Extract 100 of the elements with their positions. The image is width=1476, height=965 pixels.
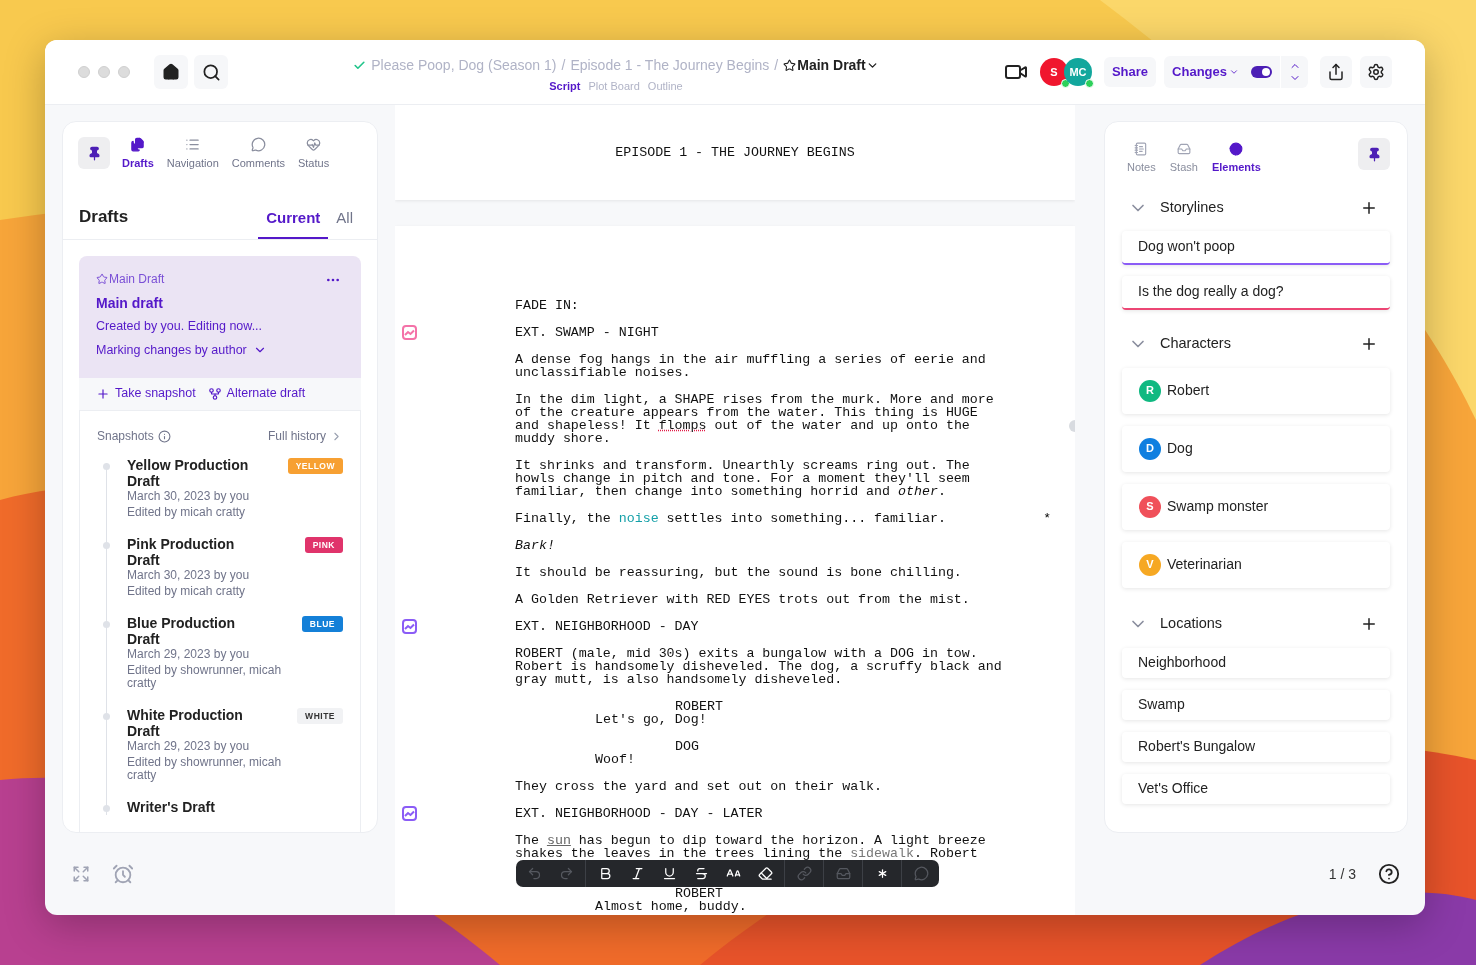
panel-tab[interactable]: Drafts xyxy=(116,137,160,172)
fork-icon xyxy=(207,386,222,401)
character-name: ROBERT xyxy=(675,700,724,713)
search-button[interactable] xyxy=(194,55,228,89)
full-history-link[interactable]: Full history xyxy=(268,427,343,445)
section-title: Storylines xyxy=(1160,197,1224,217)
export-button[interactable] xyxy=(1320,56,1352,88)
notebook-icon xyxy=(1134,142,1149,156)
snapshot-title[interactable]: Blue Production Draft xyxy=(127,615,257,647)
view-tab[interactable]: Script xyxy=(549,78,581,95)
settings-button[interactable] xyxy=(1360,56,1392,88)
character-name: DOG xyxy=(675,740,700,753)
pin-button[interactable] xyxy=(78,137,110,169)
snapshot-title[interactable]: Pink Production Draft xyxy=(127,536,257,568)
draft-selector[interactable]: Main Draft xyxy=(783,55,879,77)
character-item[interactable]: S Swamp monster xyxy=(1122,483,1390,530)
underline-icon[interactable] xyxy=(661,866,677,881)
panel-tab[interactable]: Navigation xyxy=(160,137,225,172)
character-avatar: D xyxy=(1139,437,1161,460)
snapshot-title[interactable]: Writer's Draft xyxy=(127,799,257,815)
upload-icon xyxy=(1327,63,1345,81)
draft-tag: Main Draft xyxy=(109,270,165,288)
snapshot-date: March 29, 2023 by you xyxy=(127,739,251,754)
page-indicator: 1 / 3 xyxy=(1328,864,1356,884)
character-name: Robert xyxy=(1167,381,1210,400)
action-paragraph: The sun has begun to dip toward the horizon. A light breeze shakes the leaves in the trees lining the sidewalk. Robert xyxy=(515,834,987,863)
action-paragraph: ROBERT (male, mid 30s) exits a bungalow with a DOG in tow. Robert is handsomely disheveled. The dog, a scruffy black and gray mutt, is also handsomely disheveled. xyxy=(515,647,1003,686)
strikethrough-icon[interactable] xyxy=(693,866,709,881)
draft-status: Created by you. Editing now... xyxy=(96,318,264,335)
action-paragraph: A dense fog hangs in the air muffling a series of eerie and unclassifiable noises. xyxy=(515,353,987,379)
alternate-draft-button[interactable]: Alternate draft xyxy=(207,384,306,404)
character-name: ROBERT xyxy=(675,887,724,900)
panel-tab[interactable]: Status xyxy=(291,137,336,172)
snapshot-editors: Edited by showrunner, micah cratty xyxy=(127,664,283,690)
snapshot-editors: Edited by micah cratty xyxy=(127,506,247,519)
snapshot-date: March 30, 2023 by you xyxy=(127,568,251,583)
breadcrumb-separator: / xyxy=(774,56,779,76)
storyline-item[interactable]: Is the dog really a dog? xyxy=(1122,275,1390,310)
action-paragraph: Finally, the noise settles into something... familiar. xyxy=(515,512,947,525)
star-icon xyxy=(96,273,108,285)
scene-marker-icon[interactable] xyxy=(402,806,417,821)
italic-icon[interactable] xyxy=(629,866,645,881)
character-avatar: V xyxy=(1139,553,1161,576)
pin-icon xyxy=(1366,146,1382,162)
color-badge: WHITE xyxy=(297,708,343,724)
snapshot-date: March 29, 2023 by you xyxy=(127,647,251,662)
character-name: Veterinarian xyxy=(1167,555,1242,574)
color-badge: BLUE xyxy=(301,616,343,632)
character-item[interactable]: D Dog xyxy=(1122,425,1390,472)
location-item[interactable]: Neighborhood xyxy=(1122,647,1390,678)
filter-tab[interactable]: All xyxy=(328,206,361,239)
panel-tab[interactable]: Stash xyxy=(1169,142,1198,176)
search-icon xyxy=(201,62,221,82)
snapshot-date: March 30, 2023 by you xyxy=(127,489,251,504)
snapshot-title[interactable]: Yellow Production Draft xyxy=(127,457,257,489)
dialogue-line: Let's go, Dog! xyxy=(595,713,708,726)
pin-icon xyxy=(86,145,102,161)
collaborator-avatar[interactable]: S xyxy=(1039,58,1068,86)
filter-tab[interactable]: Current xyxy=(258,206,329,239)
location-item[interactable]: Swamp xyxy=(1122,689,1390,720)
scene-marker-icon[interactable] xyxy=(402,325,417,340)
action-paragraph: It should be reassuring, but the sound is bone chilling. xyxy=(515,566,963,579)
action-paragraph: FADE IN: xyxy=(515,299,580,312)
location-item[interactable]: Vet's Office xyxy=(1122,773,1390,804)
action-paragraph: They cross the yard and set out on their walk. xyxy=(515,780,884,793)
scene-heading: EXT. SWAMP - NIGHT xyxy=(515,326,660,339)
action-paragraph: It shrinks and transform. Unearthly screams ring out. The howls change in pitch and tone. For a moment they'll seem familiar, then change into something horrid and other. xyxy=(515,459,971,498)
info-icon[interactable] xyxy=(157,429,171,443)
location-item[interactable]: Robert's Bungalow xyxy=(1122,731,1390,762)
revision-mark: * xyxy=(1043,512,1051,525)
changes-menu[interactable]: Changes xyxy=(1164,62,1239,82)
dialogue-line: Almost home, buddy. xyxy=(595,900,748,913)
character-avatar: S xyxy=(1139,495,1161,518)
heartbeat-icon xyxy=(306,137,322,152)
current-draft-card[interactable]: Main Draft Main draft Created by you. Editing now... Marking changes by author xyxy=(79,256,361,378)
take-snapshot-button[interactable]: Take snapshot xyxy=(96,384,196,404)
draft-title: Main draft xyxy=(96,294,164,313)
section-title: Locations xyxy=(1160,613,1223,633)
section-title: Characters xyxy=(1160,333,1231,353)
character-name: Swamp monster xyxy=(1167,497,1269,516)
pin-button[interactable] xyxy=(1358,138,1390,170)
breadcrumb-separator: / xyxy=(561,56,566,76)
snapshot-title[interactable]: White Production Draft xyxy=(127,707,257,739)
home-button[interactable] xyxy=(154,55,188,89)
share-button[interactable]: Share xyxy=(1103,57,1157,87)
panel-tab[interactable]: Elements xyxy=(1211,142,1261,176)
character-name: Dog xyxy=(1167,439,1193,458)
eraser-icon[interactable] xyxy=(757,866,773,881)
storyline-item[interactable]: Dog won't poop xyxy=(1122,230,1390,265)
character-item[interactable]: V Veterinarian xyxy=(1122,541,1390,588)
character-item[interactable]: R Robert xyxy=(1122,367,1390,414)
panel-tab[interactable]: Comments xyxy=(225,137,291,172)
documents-icon xyxy=(130,137,146,152)
help-icon[interactable] xyxy=(1378,863,1400,885)
panel-heading: Drafts xyxy=(79,205,130,228)
speech-bubble-icon xyxy=(250,137,266,152)
changes-toggle[interactable] xyxy=(1251,66,1272,78)
marking-menu[interactable]: Marking changes by author xyxy=(96,340,267,360)
avatar-initials: MC xyxy=(1069,64,1087,80)
scene-marker-icon[interactable] xyxy=(402,619,417,634)
